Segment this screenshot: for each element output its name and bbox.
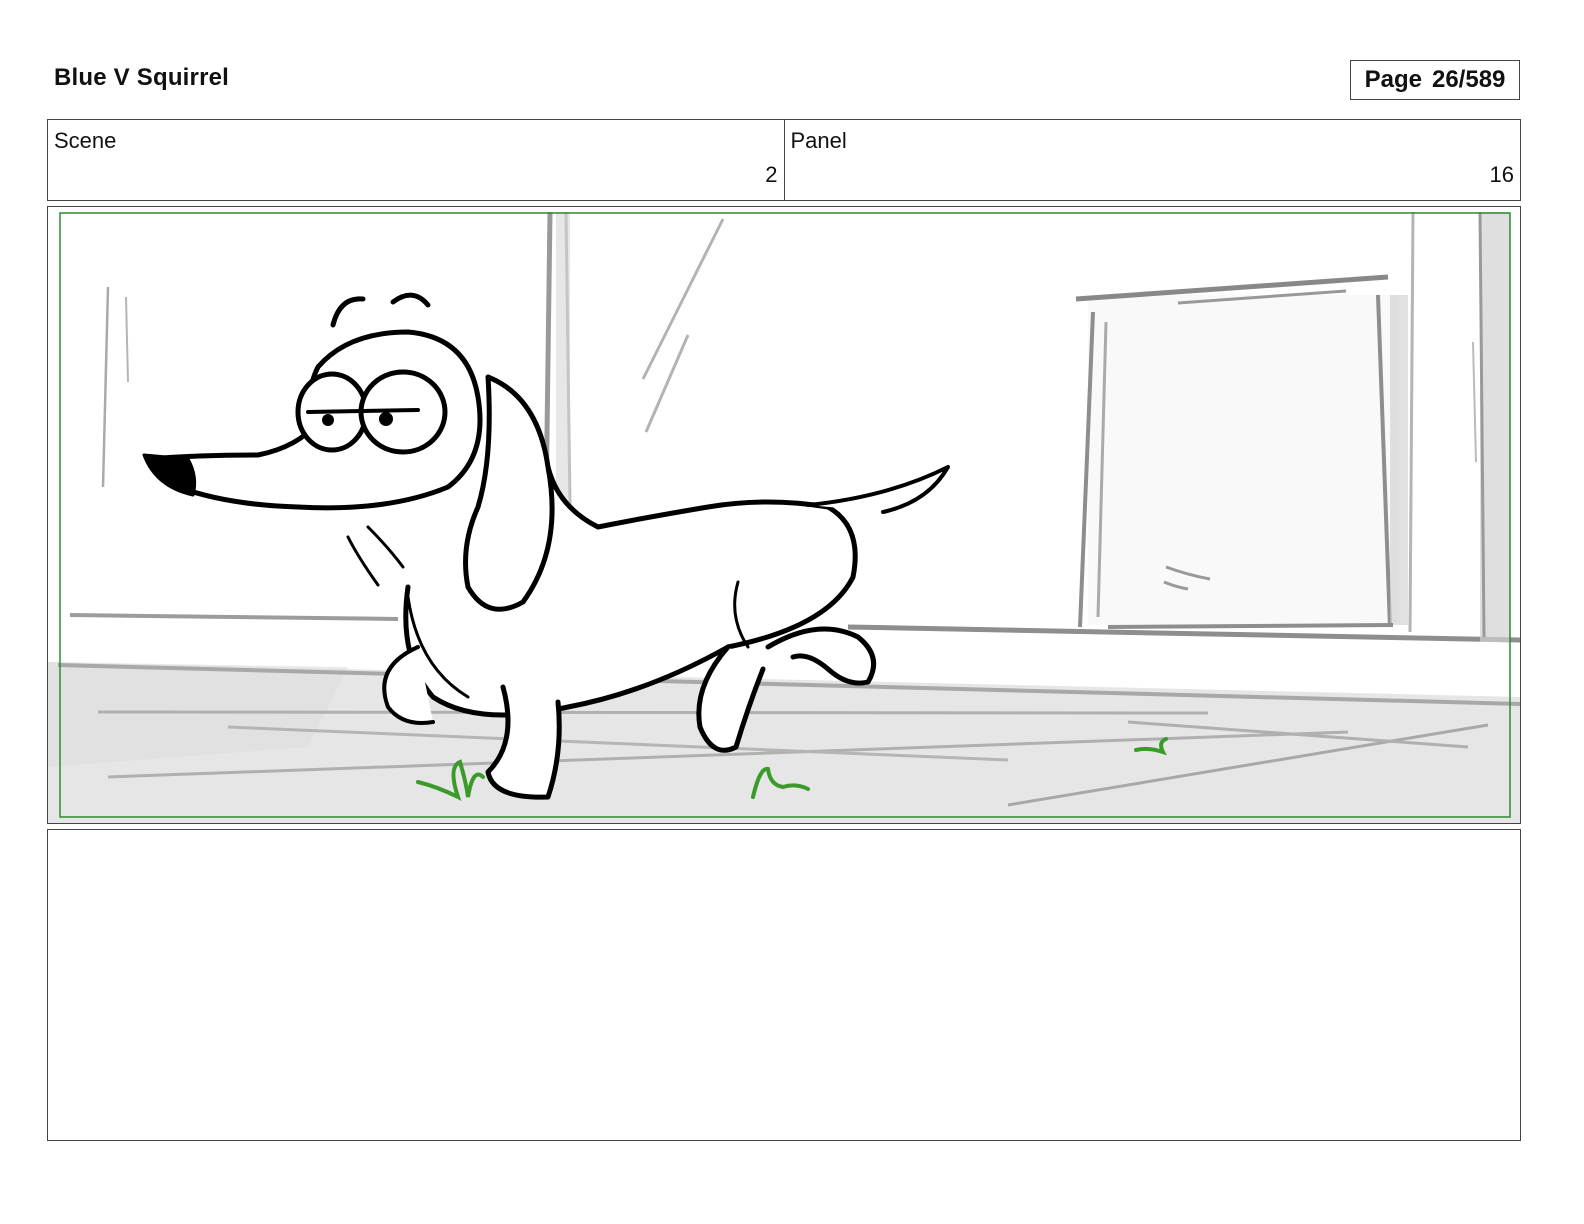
notes-area bbox=[47, 829, 1521, 1141]
scene-cell: Scene 2 bbox=[48, 120, 784, 200]
floor-sketch bbox=[48, 662, 1520, 823]
panel-cell: Panel 16 bbox=[783, 120, 1521, 200]
panel-drawing bbox=[48, 211, 1520, 823]
panel-label: Panel bbox=[790, 128, 847, 153]
page-label: Page bbox=[1364, 66, 1422, 93]
panel-value: 16 bbox=[1489, 162, 1514, 187]
document-title: Blue V Squirrel bbox=[54, 64, 230, 91]
window-sketch bbox=[1075, 274, 1408, 629]
scene-label: Scene bbox=[54, 128, 117, 153]
storyboard-panel bbox=[47, 206, 1521, 824]
scene-panel-table: Scene 2 Panel 16 bbox=[47, 119, 1521, 201]
page-number: 26/589 bbox=[1431, 66, 1506, 93]
page-indicator: Page 26/589 bbox=[1350, 60, 1520, 100]
scene-value: 2 bbox=[765, 162, 778, 187]
